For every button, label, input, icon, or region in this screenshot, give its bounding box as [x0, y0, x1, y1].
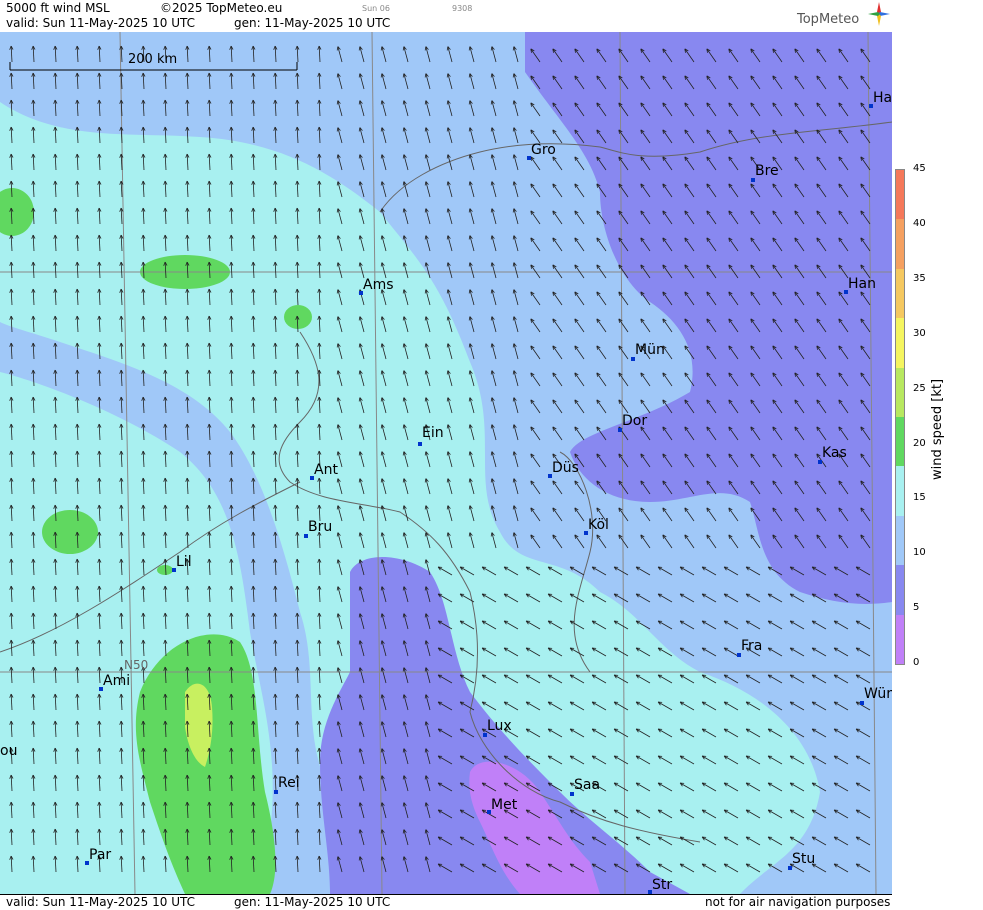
city-label-rou: ou: [0, 743, 17, 759]
colorbar-segment: [896, 615, 904, 664]
valid-time: valid: Sun 11-May-2025 10 UTC: [6, 16, 195, 30]
city-label-saa: Saa: [574, 777, 600, 793]
latitude-label: N50: [124, 658, 148, 672]
city-label-bre: Bre: [755, 163, 779, 179]
footer-bar: valid: Sun 11-May-2025 10 UTC gen: 11-Ma…: [0, 894, 892, 910]
wind-speed-colorbar: [895, 169, 905, 665]
colorbar-tick: 5: [913, 602, 919, 613]
city-label-mun: Mün: [635, 342, 665, 358]
copyright: ©2025 TopMeteo.eu: [160, 1, 282, 15]
city-label-lil: Lil: [176, 554, 192, 570]
city-label-ein: Ein: [422, 425, 444, 441]
city-label-gro: Gro: [531, 142, 556, 158]
colorbar-tick: 30: [913, 328, 926, 339]
city-label-dus: Düs: [552, 460, 579, 476]
footer-gen-time: gen: 11-May-2025 10 UTC: [234, 895, 390, 909]
city-label-rei: Rei: [278, 775, 300, 791]
city-label-lux: Lux: [487, 718, 512, 734]
topmeteo-logo: TopMeteo: [797, 12, 859, 27]
city-label-met: Met: [491, 797, 517, 813]
colorbar-tick: 20: [913, 438, 926, 449]
gen-time: gen: 11-May-2025 10 UTC: [234, 16, 390, 30]
colorbar-tick: 40: [913, 218, 926, 229]
colorbar-tick: 35: [913, 273, 926, 284]
colorbar-tick: 0: [913, 657, 919, 668]
city-label-bru: Bru: [308, 519, 332, 535]
city-label-kas: Kas: [822, 445, 847, 461]
city-label-wur: Wür: [864, 686, 892, 702]
city-label-stu: Stu: [792, 851, 815, 867]
colorbar-segment: [896, 417, 904, 466]
city-label-han: Han: [848, 276, 876, 292]
city-label-fra: Fra: [741, 638, 762, 654]
header-bar: 5000 ft wind MSL ©2025 TopMeteo.eu Sun 0…: [0, 0, 892, 33]
colorbar-segment: [896, 170, 904, 219]
compass-icon: [868, 2, 890, 26]
colorbar-segment: [896, 466, 904, 515]
colorbar-tick: 15: [913, 492, 926, 503]
wind-map[interactable]: 200 km N50 Ha Gro Bre Ams Han Mün Ein Do…: [0, 32, 892, 894]
colorbar-segment: [896, 219, 904, 268]
city-label-ham: Ha: [873, 90, 892, 106]
colorbar-title: wind speed [kt]: [930, 379, 945, 480]
colorbar-tick: 10: [913, 547, 926, 558]
city-label-kol: Köl: [588, 517, 609, 533]
colorbar-segment: [896, 318, 904, 367]
scale-label: 200 km: [128, 52, 177, 67]
colorbar-segment: [896, 368, 904, 417]
city-label-ams: Ams: [363, 277, 394, 293]
footer-valid-time: valid: Sun 11-May-2025 10 UTC: [6, 895, 195, 909]
colorbar-segment: [896, 516, 904, 565]
city-label-str: Str: [652, 877, 672, 893]
city-label-dor: Dor: [622, 413, 647, 429]
colorbar-tick: 45: [913, 163, 926, 174]
day-label: Sun 06: [362, 4, 390, 13]
city-label-par: Par: [89, 847, 111, 863]
colorbar-segment: [896, 565, 904, 614]
city-label-ant: Ant: [314, 462, 338, 478]
colorbar-tick: 25: [913, 383, 926, 394]
disclaimer: not for air navigation purposes: [705, 895, 890, 909]
city-label-ami: Ami: [103, 673, 130, 689]
colorbar-segment: [896, 269, 904, 318]
code-label: 9308: [452, 4, 472, 13]
city-dot: [418, 442, 422, 446]
map-title: 5000 ft wind MSL: [6, 1, 110, 15]
